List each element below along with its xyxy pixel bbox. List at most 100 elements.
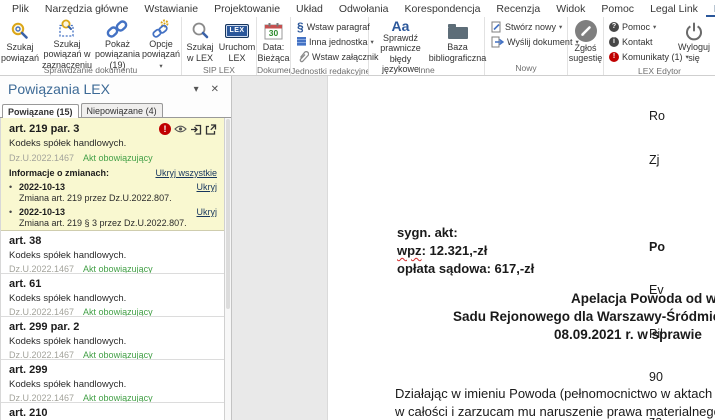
szukaj-powiazan-label: Szukaj powiązań: [1, 42, 39, 63]
item-subtitle: Kodeks spółek handlowych.: [9, 249, 216, 262]
powiazania-lex-panel: Powiązania LEX ▾ ✕ Powiązane (15) Niepow…: [0, 76, 232, 420]
panel-collapse-icon[interactable]: ▾: [188, 84, 205, 95]
group-label-sip-lex: SIP LEX: [182, 64, 256, 75]
panel-tab-niepowiazane[interactable]: Niepowiązane (4): [81, 103, 163, 117]
item-title: art. 38: [9, 235, 216, 248]
doc-line: Ro: [649, 109, 670, 124]
tab-pomoc[interactable]: Pomoc: [593, 1, 642, 17]
stworz-nowy-label: Stwórz nowy: [505, 22, 556, 32]
group-inne: Aa Sprawdź prawnicze błędy językowe Baza…: [369, 17, 485, 75]
document-page[interactable]: Ro Zj Po Ev Pił 90 za ad sygn. akt: wpz:…: [327, 76, 715, 420]
ribbon-tab-bar: Plik Narzędzia główne Wstawianie Projekt…: [0, 0, 715, 17]
dropdown-caret-icon: ▾: [559, 23, 562, 31]
wstaw-paragraf-button[interactable]: § Wstaw paragraf: [297, 20, 379, 33]
tab-legal-link[interactable]: Legal Link: [642, 1, 706, 17]
pomoc-button[interactable]: ? Pomoc ▾: [609, 20, 673, 33]
kontakt-button[interactable]: i Kontakt: [609, 35, 673, 48]
chain-gear-icon: [151, 19, 171, 39]
pomoc-label: Pomoc: [622, 22, 650, 32]
body-line: w całości i zarzucam mu naruszenie prawa…: [395, 403, 715, 420]
stworz-nowy-button[interactable]: Stwórz nowy ▾: [491, 20, 579, 33]
tab-projektowanie[interactable]: Projektowanie: [206, 1, 288, 17]
item-status: Akt obowiązujący: [83, 349, 153, 360]
pokaz-powiazania-button[interactable]: Pokaż powiązania (19): [94, 18, 141, 64]
alert-icon: !: [609, 52, 619, 62]
document-canvas: Ro Zj Po Ev Pił 90 za ad sygn. akt: wpz:…: [232, 76, 715, 420]
tab-wstawianie[interactable]: Wstawianie: [136, 1, 206, 17]
list-item[interactable]: art. 61 Kodeks spółek handlowych. Dz.U.2…: [1, 274, 224, 317]
svg-text:30: 30: [269, 28, 279, 38]
list-item[interactable]: art. 38 Kodeks spółek handlowych. Dz.U.2…: [1, 231, 224, 274]
card-subtitle: Kodeks spółek handlowych.: [9, 138, 217, 149]
inna-jednostka-label: Inna jednostka: [309, 37, 368, 47]
szukaj-w-lex-button[interactable]: Szukaj w LEX: [182, 18, 218, 64]
info-icon: i: [609, 37, 619, 47]
tab-plik[interactable]: Plik: [4, 1, 37, 17]
hide-link[interactable]: Ukryj: [197, 207, 218, 217]
active-link-card[interactable]: art. 219 par. 3 ! Kodeks spółek handlowy…: [1, 118, 224, 231]
search-link-icon: [10, 19, 30, 42]
group-label-nowy: Nowy: [485, 62, 567, 75]
dropdown-caret-icon: ▾: [653, 23, 656, 31]
wyslij-dokument-button[interactable]: Wyślij dokument ▾: [491, 35, 579, 48]
data-biezaca-button[interactable]: 30 Data: Bieżąca: [258, 18, 290, 64]
group-label-lex-edytor: LEX Edytor: [604, 65, 715, 75]
list-item[interactable]: art. 299 Kodeks spółek handlowych. Dz.U.…: [1, 360, 224, 403]
item-status: Akt obowiązujący: [83, 392, 153, 403]
baza-bibliograficzna-button[interactable]: Baza bibliograficzna: [432, 18, 484, 64]
inna-jednostka-button[interactable]: Inna jednostka ▾: [297, 35, 379, 48]
zglos-sugestie-button[interactable]: Zgłoś sugestię: [568, 18, 604, 64]
insert-into-document-icon[interactable]: [190, 124, 202, 135]
heading-line: 08.09.2021 r. w sprawie: [554, 327, 702, 342]
tab-odwolania[interactable]: Odwołania: [331, 1, 397, 17]
hide-all-link[interactable]: Ukryj wszystkie: [155, 168, 217, 178]
power-icon: [684, 19, 704, 42]
tab-korespondencja[interactable]: Korespondencja: [397, 1, 489, 17]
warning-badge-icon: !: [159, 123, 171, 135]
wpz-line: wpz: 12.321,-zł: [397, 242, 534, 260]
uruchom-lex-button[interactable]: LEX Uruchom LEX: [218, 18, 256, 64]
komunikaty-button[interactable]: ! Komunikaty (1) ▾: [609, 50, 673, 63]
sygn-akt-line: sygn. akt:: [397, 224, 534, 242]
szukaj-powiazan-w-zaznaczeniu-button[interactable]: Szukaj powiązań w zaznaczeniu: [40, 18, 94, 64]
search-icon: [190, 19, 210, 42]
pencil-circle-icon: [574, 19, 598, 43]
eye-icon[interactable]: [174, 124, 187, 134]
search-selection-icon: [57, 19, 77, 39]
heading-line: Apelacja Powoda od w: [571, 291, 715, 306]
hide-link[interactable]: Ukryj: [197, 182, 218, 192]
tab-uklad[interactable]: Układ: [288, 1, 331, 17]
body-line: Działając w imieniu Powoda (pełnomocnict…: [395, 385, 715, 403]
change-desc: Zmiana art. 219 § 3 przez Dz.U.2022.807.: [9, 218, 217, 228]
item-doc-ref: Dz.U.2022.1467: [9, 392, 74, 403]
wpz-value: : 12.321,-zł: [422, 243, 488, 258]
panel-close-icon[interactable]: ✕: [205, 84, 225, 95]
list-item[interactable]: art. 299 par. 2 Kodeks spółek handlowych…: [1, 317, 224, 360]
panel-scrollbar-thumb[interactable]: [226, 119, 230, 309]
item-subtitle: Kodeks spółek handlowych.: [9, 292, 216, 305]
tab-lex-edytor[interactable]: LEX Edytor: [706, 1, 715, 17]
item-doc-ref: Dz.U.2022.1467: [9, 306, 74, 317]
kontakt-label: Kontakt: [622, 37, 653, 47]
list-item[interactable]: art. 210 Kodeks spółek handlowych.: [1, 403, 224, 420]
doc-line: Zj: [649, 153, 670, 168]
open-external-icon[interactable]: [205, 124, 217, 135]
item-status: Akt obowiązujący: [83, 306, 153, 317]
szukaj-powiazan-button[interactable]: Szukaj powiązań: [0, 18, 40, 64]
panel-scrollbar[interactable]: [224, 118, 231, 420]
item-subtitle: Kodeks spółek handlowych.: [9, 335, 216, 348]
item-title: art. 61: [9, 278, 216, 291]
wstaw-zalacznik-button[interactable]: Wstaw załącznik: [297, 50, 379, 63]
panel-tab-powiazane[interactable]: Powiązane (15): [2, 104, 79, 118]
sprawdz-bledy-button[interactable]: Aa Sprawdź prawnicze błędy językowe: [370, 18, 432, 64]
tab-narzedzia-glowne[interactable]: Narzędzia główne: [37, 1, 136, 17]
help-icon: ?: [609, 22, 619, 32]
item-title: art. 299 par. 2: [9, 321, 216, 334]
tab-widok[interactable]: Widok: [548, 1, 593, 17]
doc-line: 90: [649, 370, 670, 385]
group-nowy: Stwórz nowy ▾ Wyślij dokument ▾ Nowy: [485, 17, 568, 75]
opcje-powiazan-button[interactable]: Opcje powiązań ▾: [141, 18, 181, 64]
wyloguj-button[interactable]: Wyloguj się: [675, 18, 713, 64]
tab-recenzja[interactable]: Recenzja: [488, 1, 548, 17]
group-sip-lex: Szukaj w LEX LEX Uruchom LEX SIP LEX: [182, 17, 257, 75]
